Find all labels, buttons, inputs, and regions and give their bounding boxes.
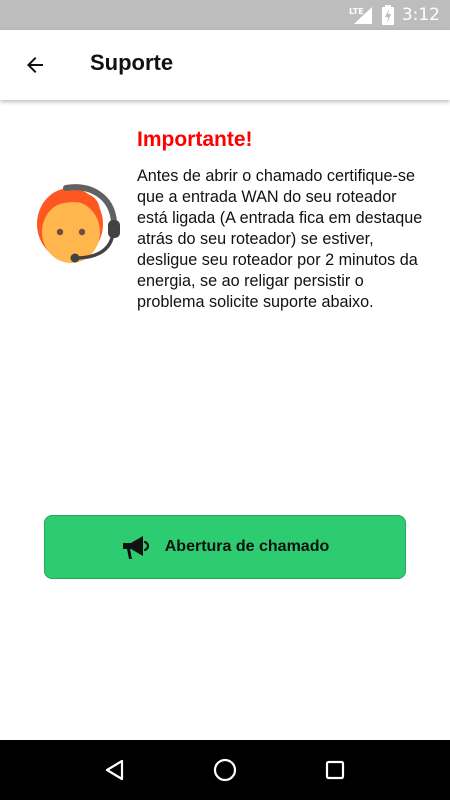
nav-back-button[interactable] — [91, 746, 139, 794]
main-content: Importante! Antes de abrir o chamado cer… — [0, 100, 450, 740]
home-circle-icon — [213, 758, 237, 782]
support-agent-avatar — [34, 182, 124, 272]
lte-signal-icon: LTE — [349, 7, 372, 24]
status-time: 3:12 — [401, 5, 440, 25]
back-triangle-icon — [105, 759, 124, 781]
status-icons: LTE 3:12 — [348, 0, 440, 30]
status-bar: LTE 3:12 — [0, 0, 450, 30]
nav-recents-button[interactable] — [311, 746, 359, 794]
system-nav-bar — [0, 740, 450, 800]
svg-text:LTE: LTE — [349, 7, 364, 16]
app-bar: Suporte — [0, 30, 450, 100]
open-ticket-label: Abertura de chamado — [164, 538, 330, 555]
notice-block: Importante! Antes de abrir o chamado cer… — [137, 128, 427, 313]
back-button[interactable] — [14, 44, 56, 86]
arrow-left-icon — [27, 57, 43, 73]
megaphone-icon — [122, 536, 149, 559]
open-ticket-button[interactable]: Abertura de chamado — [44, 515, 406, 579]
nav-home-button[interactable] — [201, 746, 249, 794]
page-title: Suporte — [90, 50, 174, 75]
battery-charging-icon — [381, 5, 394, 25]
notice-heading: Importante! — [137, 128, 253, 151]
notice-body: Antes de abrir o chamado certifique-se q… — [137, 167, 423, 311]
support-agent-headset-icon — [37, 184, 120, 263]
recents-square-icon — [325, 760, 345, 780]
